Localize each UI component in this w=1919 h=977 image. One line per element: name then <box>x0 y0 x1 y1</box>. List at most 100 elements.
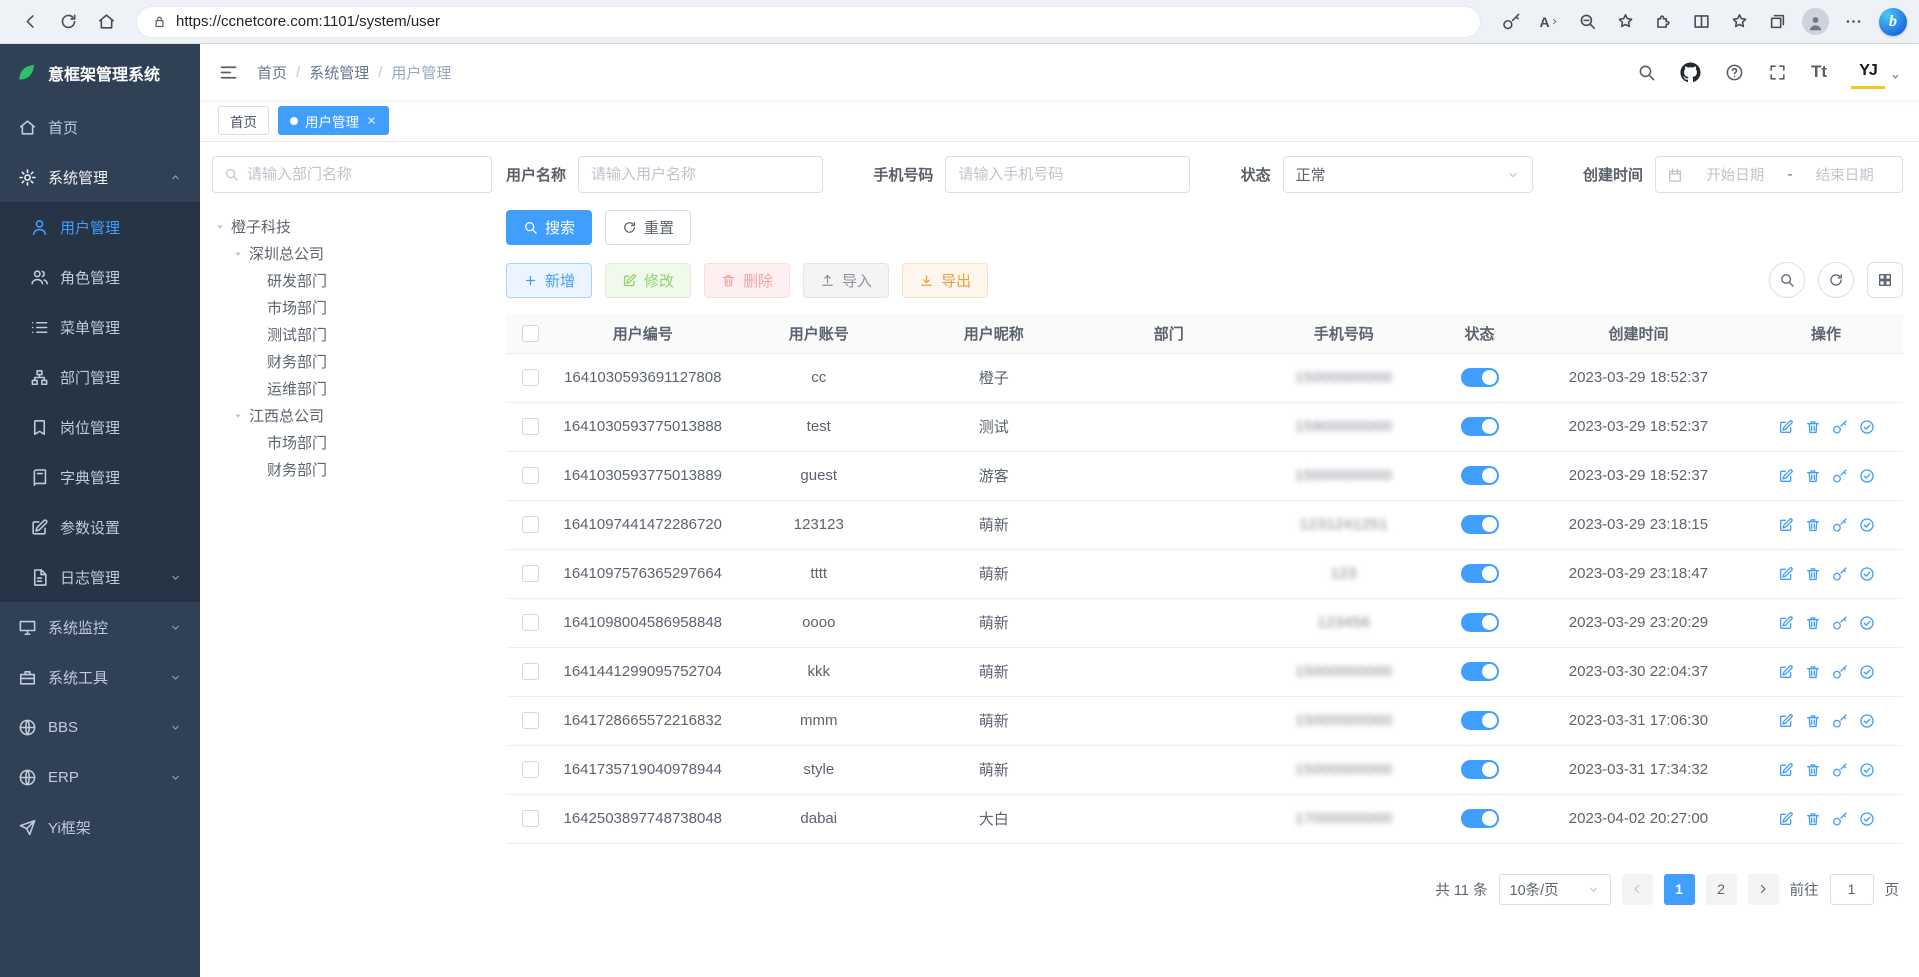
assign-role-icon[interactable] <box>1859 468 1875 484</box>
reset-password-icon[interactable] <box>1832 468 1848 484</box>
assign-role-icon[interactable] <box>1859 811 1875 827</box>
tree-node[interactable]: 江西总公司 <box>212 402 492 429</box>
breadcrumb-item[interactable]: 首页 <box>257 62 287 83</box>
edit-icon[interactable] <box>1778 615 1794 631</box>
sidebar-item-ERP[interactable]: ERP <box>0 752 200 802</box>
close-tab-icon[interactable] <box>366 115 377 126</box>
assign-role-icon[interactable] <box>1859 713 1875 729</box>
add-favorite-button[interactable] <box>1607 5 1643 39</box>
sidebar-item-首页[interactable]: 首页 <box>0 102 200 152</box>
assign-role-icon[interactable] <box>1859 615 1875 631</box>
status-toggle[interactable] <box>1461 760 1499 779</box>
department-search-input[interactable] <box>247 166 480 183</box>
row-checkbox[interactable] <box>522 663 539 680</box>
edit-icon[interactable] <box>1778 468 1794 484</box>
edit-icon[interactable] <box>1778 713 1794 729</box>
tree-node[interactable]: 运维部门 <box>212 375 492 402</box>
fullscreen-icon[interactable] <box>1768 63 1787 82</box>
page-button-2[interactable]: 2 <box>1706 874 1737 905</box>
tree-node[interactable]: 财务部门 <box>212 456 492 483</box>
delete-icon[interactable] <box>1805 468 1821 484</box>
breadcrumb-item[interactable]: 系统管理 <box>309 62 369 83</box>
browser-menu-button[interactable] <box>1835 5 1871 39</box>
page-button-1[interactable]: 1 <box>1664 874 1695 905</box>
edit-icon[interactable] <box>1778 811 1794 827</box>
profile-button[interactable] <box>1797 5 1833 39</box>
address-bar[interactable]: https://ccnetcore.com:1101/system/user <box>136 6 1481 38</box>
expand-caret-icon[interactable] <box>214 221 226 233</box>
zoom-button[interactable] <box>1569 5 1605 39</box>
sidebar-item-菜单管理[interactable]: 菜单管理 <box>0 302 200 352</box>
row-checkbox[interactable] <box>522 712 539 729</box>
breadcrumb-item[interactable]: 用户管理 <box>391 62 451 83</box>
reset-password-icon[interactable] <box>1832 517 1848 533</box>
browser-refresh-button[interactable] <box>50 5 86 39</box>
reset-password-icon[interactable] <box>1832 762 1848 778</box>
row-checkbox[interactable] <box>522 418 539 435</box>
reset-password-icon[interactable] <box>1832 615 1848 631</box>
delete-button[interactable]: 删除 <box>704 263 790 298</box>
tab-home[interactable]: 首页 <box>218 106 269 135</box>
delete-icon[interactable] <box>1805 713 1821 729</box>
tree-node[interactable]: 测试部门 <box>212 321 492 348</box>
assign-role-icon[interactable] <box>1859 419 1875 435</box>
browser-home-button[interactable] <box>88 5 124 39</box>
expand-caret-icon[interactable] <box>232 410 244 422</box>
saved-passwords-button[interactable] <box>1493 5 1529 39</box>
refresh-table-button[interactable] <box>1818 262 1854 298</box>
sidebar-item-系统工具[interactable]: 系统工具 <box>0 652 200 702</box>
collections-button[interactable] <box>1759 5 1795 39</box>
reset-password-icon[interactable] <box>1832 811 1848 827</box>
extensions-button[interactable] <box>1645 5 1681 39</box>
department-search[interactable] <box>212 156 492 193</box>
assign-role-icon[interactable] <box>1859 566 1875 582</box>
edit-icon[interactable] <box>1778 566 1794 582</box>
status-toggle[interactable] <box>1461 564 1499 583</box>
goto-page-input[interactable] <box>1830 874 1874 905</box>
assign-role-icon[interactable] <box>1859 664 1875 680</box>
delete-icon[interactable] <box>1805 566 1821 582</box>
sidebar-item-角色管理[interactable]: 角色管理 <box>0 252 200 302</box>
edit-icon[interactable] <box>1778 517 1794 533</box>
github-icon[interactable] <box>1680 62 1701 83</box>
assign-role-icon[interactable] <box>1859 517 1875 533</box>
sidebar-item-日志管理[interactable]: 日志管理 <box>0 552 200 602</box>
reset-password-icon[interactable] <box>1832 566 1848 582</box>
sidebar-item-字典管理[interactable]: 字典管理 <box>0 452 200 502</box>
user-avatar-menu[interactable]: YJ <box>1851 55 1901 89</box>
bing-chat-button[interactable]: b <box>1879 8 1907 36</box>
sidebar-item-用户管理[interactable]: 用户管理 <box>0 202 200 252</box>
expand-caret-icon[interactable] <box>232 248 244 260</box>
status-toggle[interactable] <box>1461 515 1499 534</box>
row-checkbox[interactable] <box>522 516 539 533</box>
select-all-checkbox[interactable] <box>522 325 539 342</box>
status-toggle[interactable] <box>1461 711 1499 730</box>
column-settings-button[interactable] <box>1867 262 1903 298</box>
tab-user-management[interactable]: 用户管理 <box>278 106 389 135</box>
sidebar-collapse-icon[interactable] <box>218 62 239 83</box>
reset-password-icon[interactable] <box>1832 419 1848 435</box>
delete-icon[interactable] <box>1805 664 1821 680</box>
read-aloud-button[interactable]: A <box>1531 5 1567 39</box>
prev-page-button[interactable] <box>1622 874 1653 905</box>
row-checkbox[interactable] <box>522 614 539 631</box>
edit-icon[interactable] <box>1778 419 1794 435</box>
sidebar-item-岗位管理[interactable]: 岗位管理 <box>0 402 200 452</box>
assign-role-icon[interactable] <box>1859 762 1875 778</box>
font-size-icon[interactable]: Tt <box>1811 62 1827 82</box>
reset-password-icon[interactable] <box>1832 713 1848 729</box>
delete-icon[interactable] <box>1805 419 1821 435</box>
search-button[interactable]: 搜索 <box>506 210 592 245</box>
favorites-bar-button[interactable] <box>1721 5 1757 39</box>
tree-node[interactable]: 橙子科技 <box>212 213 492 240</box>
sidebar-item-部门管理[interactable]: 部门管理 <box>0 352 200 402</box>
tree-node[interactable]: 财务部门 <box>212 348 492 375</box>
import-button[interactable]: 导入 <box>803 263 889 298</box>
delete-icon[interactable] <box>1805 615 1821 631</box>
row-checkbox[interactable] <box>522 565 539 582</box>
column-search-button[interactable] <box>1769 262 1805 298</box>
sidebar-item-Yi框架[interactable]: Yi框架 <box>0 802 200 852</box>
help-icon[interactable] <box>1725 63 1744 82</box>
edit-icon[interactable] <box>1778 664 1794 680</box>
status-toggle[interactable] <box>1461 809 1499 828</box>
